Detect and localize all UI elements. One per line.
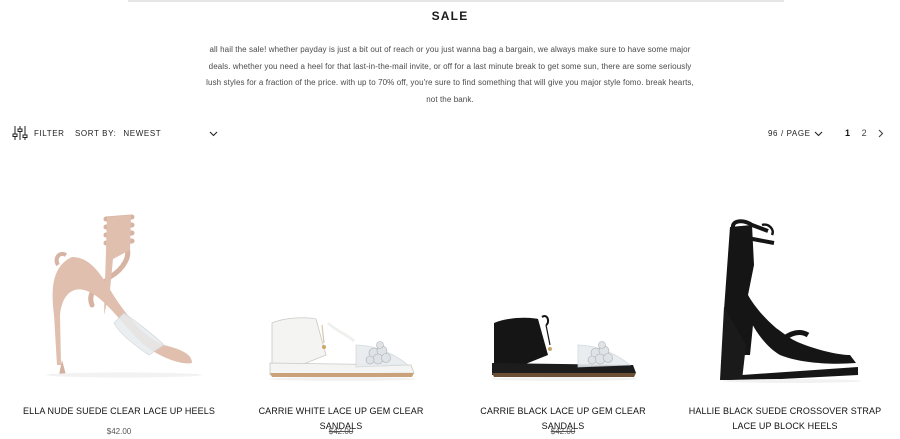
sort-control: SORT BY: NEWEST [75,129,218,138]
product-price-struck: $42.00 [550,427,576,436]
pagination: 1 2 [845,128,884,138]
filter-label: FILTER [34,128,65,138]
black-gem-sandal-image [490,315,638,381]
page-link-2[interactable]: 2 [862,128,868,138]
page-link-1[interactable]: 1 [845,128,851,138]
sort-label: SORT BY: [75,129,117,138]
filter-button[interactable]: FILTER [12,126,65,140]
filter-sliders-icon [12,126,28,140]
product-price-struck: $42.00 [328,427,354,436]
product-card[interactable]: ELLA NUDE SUEDE CLEAR LACE UP HEELS $42.… [14,195,224,439]
per-page-dropdown[interactable]: 96 / PAGE [768,129,823,138]
sort-dropdown[interactable]: NEWEST [123,129,218,138]
sort-value: NEWEST [123,129,162,138]
product-price: $42.00 [106,427,132,436]
black-block-heel-image [720,219,862,383]
top-divider [128,0,784,2]
product-card[interactable]: HALLIE BLACK SUEDE CROSSOVER STRAP LACE … [680,195,890,439]
chevron-down-icon [814,131,823,136]
listing-toolbar: FILTER SORT BY: NEWEST 96 / PAGE 1 2 [0,125,900,143]
page-title: SALE [431,9,469,23]
chevron-right-icon[interactable] [878,129,884,138]
product-card[interactable]: CARRIE WHITE LACE UP GEM CLEAR SANDALS $… [236,195,446,439]
nude-lace-up-heel-image [46,214,202,378]
product-card[interactable]: CARRIE BLACK LACE UP GEM CLEAR SANDALS $… [458,195,668,439]
product-name[interactable]: ELLA NUDE SUEDE CLEAR LACE UP HEELS [14,404,224,419]
per-page-suffix: / PAGE [780,129,811,138]
category-description: all hail the sale! whether payday is jus… [206,45,694,104]
product-name[interactable]: HALLIE BLACK SUEDE CROSSOVER STRAP LACE … [680,404,890,433]
white-gem-sandal-image [268,317,416,381]
chevron-down-icon [210,131,218,136]
per-page-value: 96 [768,129,779,138]
